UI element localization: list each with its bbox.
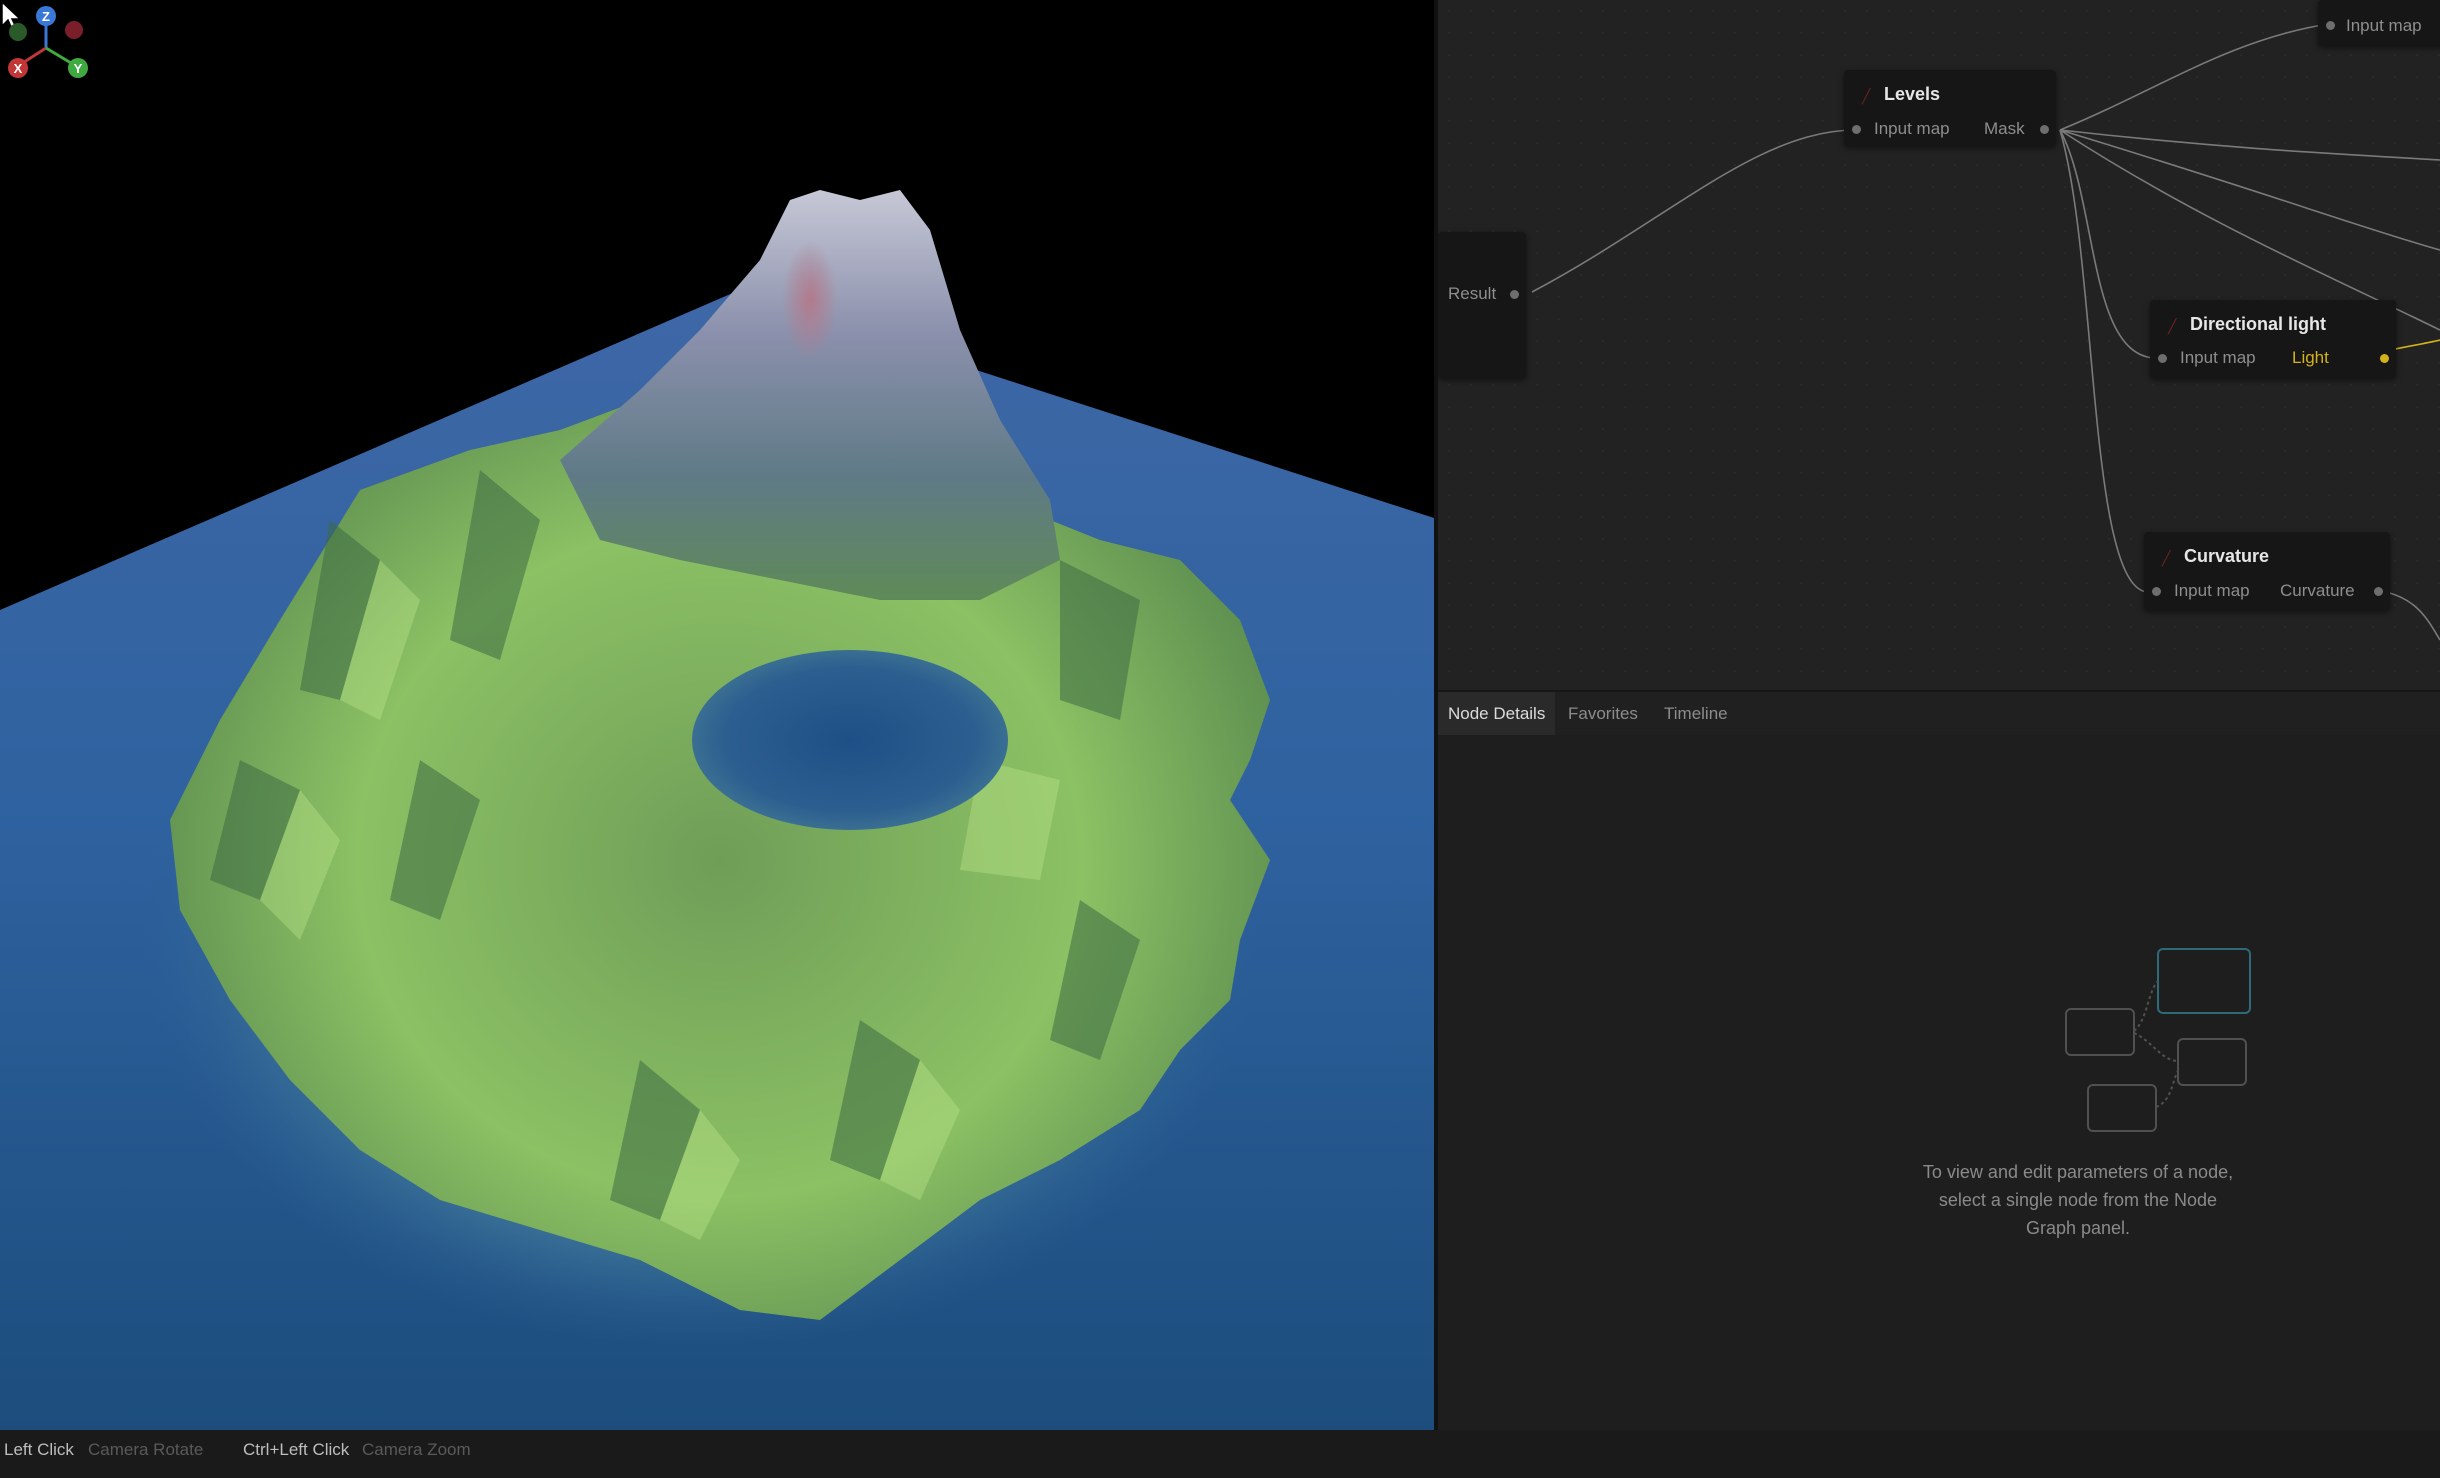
node-levels[interactable]: ╱ Levels Input map Mask xyxy=(1844,70,2056,146)
hint-action: Camera Rotate xyxy=(88,1440,204,1459)
input-port[interactable] xyxy=(1852,125,1861,134)
tab-timeline[interactable]: Timeline xyxy=(1654,692,1738,736)
port-label-output: Light xyxy=(2292,348,2329,367)
output-port[interactable] xyxy=(2374,587,2383,596)
port-label-input: Input map xyxy=(2174,581,2250,600)
node-details-panel: To view and edit parameters of a node, s… xyxy=(1438,735,2440,1430)
node-title: Curvature xyxy=(2184,546,2270,566)
input-port[interactable] xyxy=(2152,587,2161,596)
app-window: Z X Y Input map ╱ Levels Input map Mask … xyxy=(0,0,2440,1478)
status-bar: Left Click Camera Rotate Ctrl+Left Click… xyxy=(0,1430,2440,1478)
input-port[interactable] xyxy=(2158,354,2167,363)
crater-lake xyxy=(692,650,1008,830)
node-curvature[interactable]: ╱ Curvature Input map Curvature xyxy=(2144,532,2390,610)
output-port[interactable] xyxy=(1510,290,1519,299)
port-label-input: Input map xyxy=(2180,348,2256,367)
gizmo-axis-x: X xyxy=(14,61,23,76)
node-title: Directional light xyxy=(2190,314,2327,334)
hint-key: Left Click xyxy=(4,1440,74,1459)
port-label-input: Input map xyxy=(2346,16,2422,35)
node-graph-placeholder-icon xyxy=(2065,948,2251,1132)
node-partial[interactable]: Input map xyxy=(2318,0,2440,46)
tab-node-details[interactable]: Node Details xyxy=(1438,692,1556,736)
node-graph-panel[interactable]: Input map ╱ Levels Input map Mask Result… xyxy=(1438,0,2440,690)
port-label-output: Mask xyxy=(1984,119,2025,138)
output-port[interactable] xyxy=(2040,125,2049,134)
port-label-output: Curvature xyxy=(2280,581,2355,600)
axis-gizmo-icon[interactable]: Z X Y xyxy=(0,0,92,84)
node-title: Levels xyxy=(1884,84,1941,104)
gizmo-axis-z: Z xyxy=(42,9,50,24)
tab-favorites[interactable]: Favorites xyxy=(1558,692,1648,736)
node-directional-light[interactable]: ╱ Directional light Input map Light xyxy=(2150,300,2396,378)
output-port[interactable] xyxy=(2380,354,2389,363)
terrain-render xyxy=(0,190,1434,1430)
3d-viewport[interactable]: Z X Y xyxy=(0,0,1434,1430)
node-status-icon: ╱ xyxy=(1862,88,1871,104)
empty-state-message: To view and edit parameters of a node, s… xyxy=(1922,1162,2234,1238)
input-port[interactable] xyxy=(2326,21,2335,30)
node-result[interactable]: Result xyxy=(1438,232,1526,378)
details-tab-bar: Node Details Favorites Timeline xyxy=(1438,690,2440,737)
node-status-icon: ╱ xyxy=(2168,318,2177,334)
gizmo-axis-y: Y xyxy=(74,61,83,76)
node-status-icon: ╱ xyxy=(2162,550,2171,566)
hint-action: Camera Zoom xyxy=(362,1440,471,1459)
port-label-input: Input map xyxy=(1874,119,1950,138)
hint-key: Ctrl+Left Click xyxy=(243,1440,350,1459)
port-label-output: Result xyxy=(1448,284,1497,303)
peak-highlight xyxy=(782,240,838,360)
